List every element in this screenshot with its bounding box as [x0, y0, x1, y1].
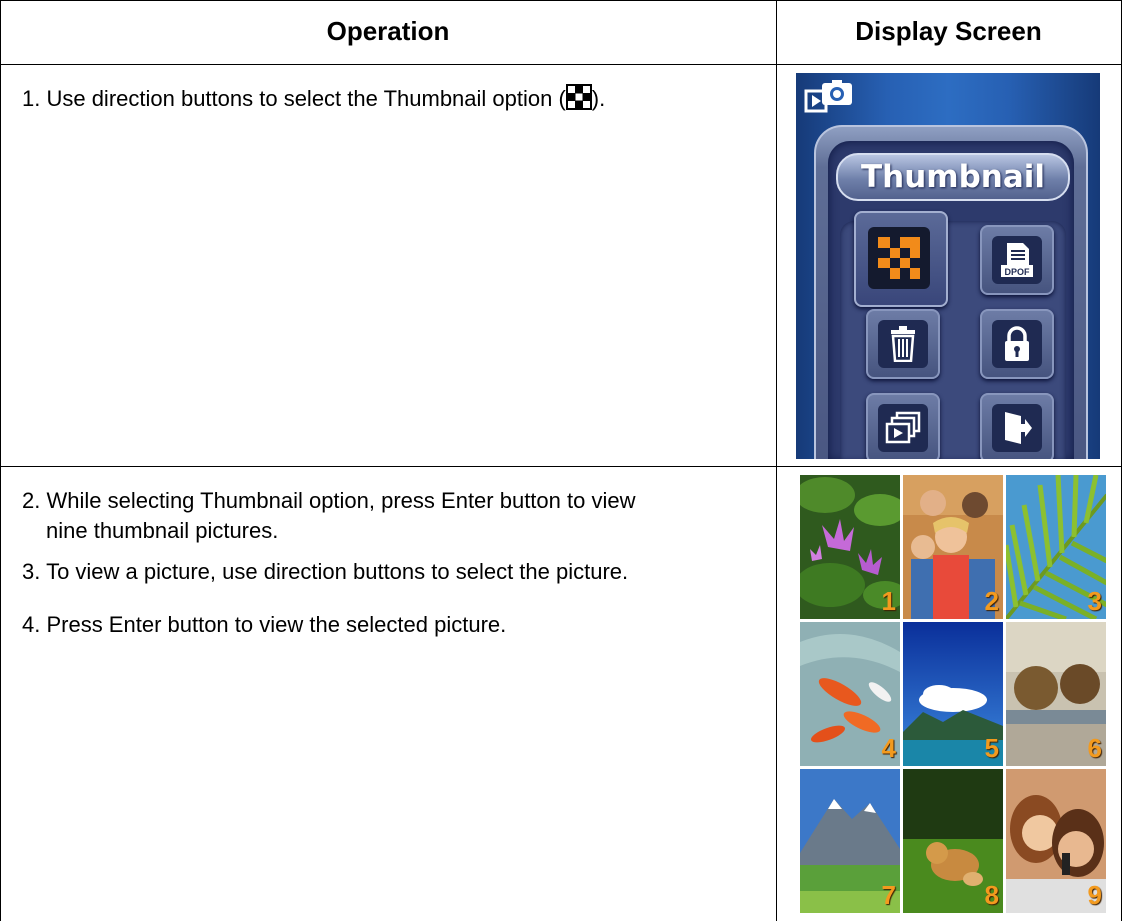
step-3: 3. To view a picture, use direction butt… [22, 559, 629, 584]
dpof-icon: DPOF [1001, 243, 1033, 277]
step-1: 1. Use direction buttons to select the T… [22, 84, 606, 111]
menu-grid: DPOF [840, 211, 1066, 459]
thumbnail-number: 3 [1087, 586, 1102, 616]
delete-menu-button[interactable] [866, 309, 940, 379]
table-row-divider [0, 466, 1122, 467]
thumbnail-number: 5 [984, 733, 999, 763]
protect-menu-button[interactable] [980, 309, 1054, 379]
thumbnail-number: 7 [881, 880, 896, 910]
thumbnail-5[interactable]: 5 [903, 622, 1003, 766]
exit-icon [1005, 412, 1032, 444]
dpof-button-face: DPOF [992, 236, 1042, 284]
thumbnail-number: 1 [881, 586, 896, 616]
thumbnail-option-icon [565, 84, 592, 110]
thumbnail-grid-screen: 1 2 3 4 5 6 7 8 9 [800, 475, 1107, 915]
thumbnail-7[interactable]: 7 [800, 769, 900, 913]
thumbnail-1[interactable]: 1 [800, 475, 900, 619]
step-2: 2. While selecting Thumbnail option, pre… [22, 488, 636, 543]
thumbnail-2[interactable]: 2 [903, 475, 1003, 619]
thumbnail-6[interactable]: 6 [1006, 622, 1106, 766]
menu-title: Thumbnail [860, 159, 1046, 195]
lock-icon [1005, 326, 1029, 361]
thumbnail-number: 8 [984, 880, 999, 910]
header-operation: Operation [326, 16, 450, 46]
thumbnail-number: 9 [1087, 880, 1102, 910]
menu-panel-inner: Thumbnail DPOF [828, 141, 1074, 459]
thumbnail-3[interactable]: 3 [1006, 475, 1106, 619]
delete-button-face [878, 320, 928, 368]
table-column-divider [776, 0, 777, 921]
thumbnail-4[interactable]: 4 [800, 622, 900, 766]
table-left-border [0, 0, 1, 921]
protect-button-face [992, 320, 1042, 368]
menu-title-pill: Thumbnail [836, 153, 1070, 201]
thumbnail-number: 6 [1087, 733, 1102, 763]
header-display-screen: Display Screen [855, 16, 1042, 46]
table-top-border [0, 0, 1122, 1]
step-4: 4. Press Enter button to view the select… [22, 612, 507, 637]
svg-text:DPOF: DPOF [1004, 267, 1030, 277]
camera-menu-screen: Thumbnail DPOF [796, 73, 1100, 459]
thumbnail-number: 4 [881, 733, 896, 763]
table-header-divider [0, 64, 1122, 65]
thumbnail-9[interactable]: 9 [1006, 769, 1106, 913]
thumbnail-menu-button[interactable] [854, 211, 948, 307]
slideshow-icon [885, 411, 921, 444]
playback-mode-icon [804, 80, 852, 113]
slideshow-menu-button[interactable] [866, 393, 940, 459]
delete-icon [891, 326, 915, 362]
dpof-menu-button[interactable]: DPOF [980, 225, 1054, 295]
slideshow-button-face [878, 404, 928, 452]
menu-panel: Thumbnail DPOF [814, 125, 1088, 459]
thumbnail-button-face [868, 227, 930, 289]
exit-menu-button[interactable] [980, 393, 1054, 459]
thumbnail-number: 2 [984, 586, 999, 616]
thumbnail-8[interactable]: 8 [903, 769, 1003, 913]
thumbnail-icon [878, 237, 920, 279]
exit-button-face [992, 404, 1042, 452]
